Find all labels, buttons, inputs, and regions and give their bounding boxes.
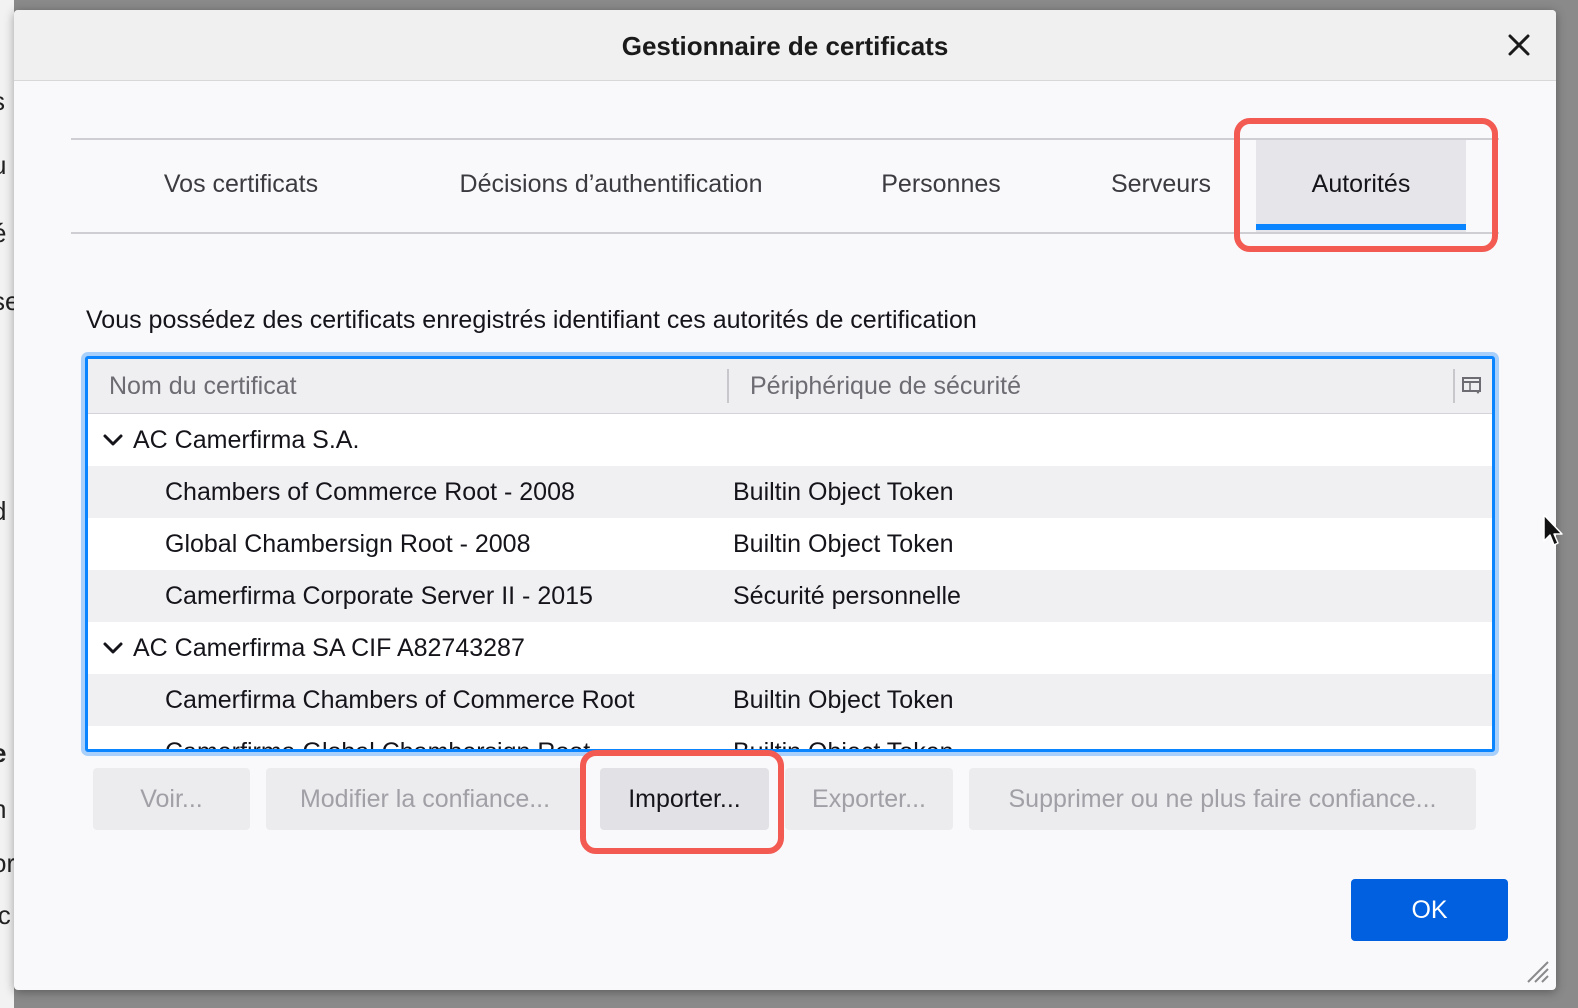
- mouse-pointer-icon: [1543, 514, 1563, 546]
- certificate-manager-dialog: Gestionnaire de certificats Vos certific…: [14, 10, 1556, 990]
- tree-cert-row[interactable]: Camerfirma Global Chambersign Root Built…: [88, 726, 1492, 752]
- cert-device: Builtin Object Token: [733, 686, 954, 714]
- tab-servers[interactable]: Serveurs: [1091, 140, 1231, 232]
- tree-cert-row[interactable]: Chambers of Commerce Root - 2008 Builtin…: [88, 466, 1492, 518]
- background-text: se: [0, 286, 14, 316]
- background-text: u: [0, 150, 6, 181]
- dialog-titlebar: Gestionnaire de certificats: [14, 10, 1556, 81]
- background-text: or: [0, 848, 14, 878]
- dialog-title: Gestionnaire de certificats: [621, 31, 949, 61]
- background-text: d: [0, 496, 6, 527]
- column-picker-icon: [1462, 377, 1481, 394]
- chevron-down-icon[interactable]: [102, 637, 124, 659]
- group-name: AC Camerfirma SA CIF A82743287: [133, 634, 525, 662]
- resize-grip-icon[interactable]: [1524, 958, 1550, 984]
- tree-cert-row[interactable]: Global Chambersign Root - 2008 Builtin O…: [88, 518, 1492, 570]
- background-text: s: [0, 86, 5, 117]
- view-button[interactable]: Voir...: [93, 768, 250, 830]
- close-icon: [1508, 34, 1530, 56]
- tree-group-row[interactable]: AC Camerfirma S.A.: [88, 414, 1492, 466]
- cert-name: Camerfirma Global Chambersign Root: [165, 738, 591, 752]
- tree-cert-row[interactable]: Camerfirma Chambers of Commerce Root Bui…: [88, 674, 1492, 726]
- tree-cert-row[interactable]: Camerfirma Corporate Server II - 2015 Sé…: [88, 570, 1492, 622]
- background-text: ic: [0, 900, 11, 930]
- column-separator[interactable]: [727, 369, 729, 403]
- column-separator: [1453, 369, 1455, 403]
- column-header-device[interactable]: Périphérique de sécurité: [750, 359, 1021, 413]
- delete-distrust-button[interactable]: Supprimer ou ne plus faire confiance...: [969, 768, 1476, 830]
- column-header-name[interactable]: Nom du certificat: [109, 359, 297, 413]
- tab-authorities[interactable]: Autorités: [1256, 140, 1466, 232]
- close-button[interactable]: [1500, 26, 1538, 64]
- cert-device: Builtin Object Token: [733, 478, 954, 506]
- certificate-tree[interactable]: Nom du certificat Périphérique de sécuri…: [85, 356, 1495, 752]
- tree-group-row[interactable]: AC Camerfirma SA CIF A82743287: [88, 622, 1492, 674]
- background-text: n: [0, 794, 6, 825]
- export-button[interactable]: Exporter...: [785, 768, 953, 830]
- background-text: é: [0, 218, 6, 249]
- cert-device: Builtin Object Token: [733, 530, 954, 558]
- tree-rows: AC Camerfirma S.A. Chambers of Commerce …: [88, 414, 1492, 752]
- tab-people[interactable]: Personnes: [861, 140, 1021, 232]
- tree-header: Nom du certificat Périphérique de sécuri…: [88, 359, 1492, 414]
- background-text: e: [0, 738, 6, 769]
- tab-authentication-decisions[interactable]: Décisions d’authentification: [421, 140, 801, 232]
- ok-button[interactable]: OK: [1351, 879, 1508, 941]
- column-picker-button[interactable]: [1460, 373, 1486, 399]
- tab-your-certificates[interactable]: Vos certificats: [141, 140, 341, 232]
- tab-bar: Vos certificats Décisions d’authentifica…: [71, 138, 1499, 234]
- description-text: Vous possédez des certificats enregistré…: [86, 306, 977, 334]
- edit-trust-button[interactable]: Modifier la confiance...: [266, 768, 584, 830]
- cert-name: Camerfirma Corporate Server II - 2015: [165, 582, 593, 610]
- cert-device: Sécurité personnelle: [733, 582, 961, 610]
- background-page: s u é se d e n or ic: [0, 0, 14, 1008]
- cert-name: Global Chambersign Root - 2008: [165, 530, 531, 558]
- chevron-down-icon[interactable]: [102, 429, 124, 451]
- cert-name: Chambers of Commerce Root - 2008: [165, 478, 575, 506]
- cert-device: Builtin Object Token: [733, 738, 954, 752]
- group-name: AC Camerfirma S.A.: [133, 426, 360, 454]
- import-button[interactable]: Importer...: [600, 768, 769, 830]
- cert-name: Camerfirma Chambers of Commerce Root: [165, 686, 635, 714]
